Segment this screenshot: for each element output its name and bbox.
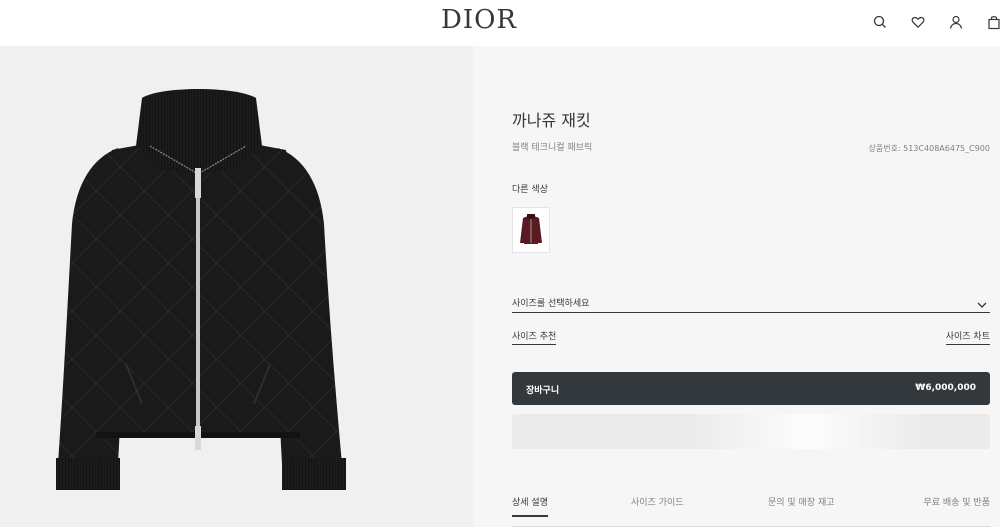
- dior-logo[interactable]: DIOR: [0, 5, 958, 35]
- tab-size-guide[interactable]: 사이즈 가이드: [631, 495, 684, 515]
- tab-inquiry-stock[interactable]: 문의 및 매장 재고: [768, 495, 835, 515]
- size-recommendation-link[interactable]: 사이즈 추천: [512, 329, 557, 345]
- other-colors-label: 다른 색상: [512, 185, 548, 195]
- search-icon[interactable]: [872, 14, 888, 30]
- product-price: ₩6,000,000: [915, 383, 976, 393]
- size-chart-link[interactable]: 사이즈 차트: [945, 329, 990, 345]
- product-title: 까나쥬 재킷: [512, 111, 591, 130]
- product-image: [0, 46, 473, 527]
- jacket-illustration: [56, 89, 346, 490]
- tab-shipping-returns[interactable]: 무료 배송 및 반품: [923, 495, 990, 515]
- loading-placeholder: [512, 414, 990, 449]
- tab-description[interactable]: 상세 설명: [512, 495, 548, 517]
- burgundy-jacket-thumbnail: [520, 214, 542, 244]
- user-icon[interactable]: [948, 14, 964, 30]
- color-swatch-burgundy[interactable]: [512, 207, 550, 253]
- product-info-tabs: 상세 설명 사이즈 가이드 문의 및 매장 재고 무료 배송 및 반품: [512, 495, 990, 527]
- site-header: DIOR: [0, 0, 1000, 46]
- add-to-cart-label: 장바구니: [526, 386, 560, 396]
- header-icons: [872, 14, 1000, 30]
- size-select-placeholder: 사이즈를 선택하세요: [512, 299, 590, 309]
- size-links: 사이즈 추천 사이즈 차트: [512, 329, 990, 345]
- add-to-cart-button[interactable]: 장바구니 ₩6,000,000: [512, 372, 990, 405]
- product-reference: 상품번호: 513C408A6475_C900: [868, 144, 991, 153]
- bag-icon[interactable]: [986, 14, 1000, 30]
- chevron-down-icon: [976, 295, 988, 308]
- product-subtitle: 블랙 테크니컬 패브릭: [512, 143, 593, 153]
- heart-icon[interactable]: [910, 14, 926, 30]
- size-select[interactable]: 사이즈를 선택하세요: [512, 292, 990, 313]
